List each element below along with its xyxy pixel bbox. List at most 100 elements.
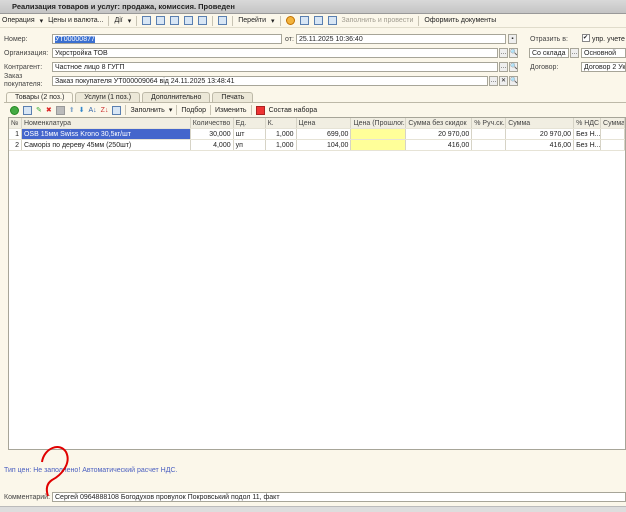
mgmt-checkbox[interactable]: ✔ bbox=[582, 34, 590, 42]
edit-icon[interactable]: ✎ bbox=[36, 106, 42, 114]
table-row[interactable]: 2 Саморіз по дереву 45мм (250шт) 4,000 уп 1,… bbox=[9, 140, 625, 151]
org-field[interactable]: Укрстройка ТОВ bbox=[52, 48, 498, 58]
goods-table: № Номенклатура Количество Ед. К. Цена Цена (Пр… bbox=[8, 117, 626, 450]
prices-button[interactable]: Цены и валюта... bbox=[48, 17, 103, 24]
table-cell[interactable]: 20 970,00 bbox=[506, 129, 575, 139]
end-edit-icon[interactable] bbox=[55, 105, 65, 115]
table-cell[interactable] bbox=[601, 140, 625, 150]
post-icon[interactable] bbox=[142, 16, 152, 25]
search-icon[interactable]: 🔍 bbox=[509, 76, 518, 86]
calendar-button[interactable]: ▪ bbox=[508, 34, 517, 44]
table-cell[interactable]: Саморіз по дереву 45мм (250шт) bbox=[22, 140, 191, 150]
reflect-label: Отразить в: bbox=[530, 36, 568, 43]
table-cell[interactable]: 2 bbox=[9, 140, 22, 150]
set-button[interactable]: Состав набора bbox=[269, 107, 318, 114]
number-label: Номер: bbox=[4, 36, 28, 43]
select-button[interactable]: … bbox=[499, 62, 508, 72]
structure-icon[interactable] bbox=[313, 16, 323, 25]
table-cell[interactable]: шт bbox=[234, 129, 266, 139]
table-cell[interactable]: Без Н... bbox=[574, 129, 602, 139]
goto-menu[interactable]: Перейти bbox=[238, 17, 266, 24]
search-icon[interactable]: 🔍 bbox=[509, 48, 518, 58]
select-button[interactable]: … bbox=[499, 48, 508, 58]
column-header[interactable]: Сумма bbox=[601, 118, 625, 128]
select-button[interactable]: … bbox=[570, 48, 579, 58]
red-annotation-mark bbox=[41, 446, 69, 497]
table-cell[interactable]: 104,00 bbox=[297, 140, 352, 150]
column-header[interactable]: Цена (Прошлог... bbox=[351, 118, 407, 128]
table-cell[interactable] bbox=[351, 140, 407, 150]
date-label: от: bbox=[285, 36, 294, 43]
column-header[interactable]: К. bbox=[266, 118, 297, 128]
contractor-field[interactable]: Частное лицо 8 ГУГП bbox=[52, 62, 498, 72]
refresh-icon[interactable] bbox=[170, 16, 180, 25]
change-button[interactable]: Изменить bbox=[215, 107, 247, 114]
column-header[interactable]: Количество bbox=[191, 118, 234, 128]
warehouse-field[interactable]: Основной bbox=[581, 48, 626, 58]
delete-icon[interactable]: ✖ bbox=[46, 106, 52, 114]
column-header[interactable]: % Руч.ск. bbox=[472, 118, 507, 128]
list-icon[interactable] bbox=[299, 16, 309, 25]
table-toolbar: ✎ ✖ ⬆ ⬇ A↓ Z↓ Заполнить ▾ Подбор Изменить… bbox=[8, 103, 608, 117]
sort-desc-icon[interactable]: Z↓ bbox=[101, 107, 109, 114]
date-field[interactable]: 25.11.2025 10:36:40 bbox=[296, 34, 506, 44]
help-icon[interactable] bbox=[285, 16, 295, 25]
table-cell[interactable]: Без Н... bbox=[574, 140, 602, 150]
table-cell[interactable]: 1,000 bbox=[266, 129, 297, 139]
table-cell[interactable]: 20 970,00 bbox=[406, 129, 473, 139]
org-label: Организация: bbox=[4, 50, 49, 57]
print-icon[interactable] bbox=[218, 16, 228, 25]
fill-menu[interactable]: Заполнить bbox=[130, 107, 164, 114]
clear-icon[interactable]: ✕ bbox=[499, 76, 508, 86]
table-cell[interactable] bbox=[351, 129, 407, 139]
tab-services[interactable]: Услуги (1 поз.) bbox=[75, 92, 141, 102]
table-cell[interactable] bbox=[472, 129, 507, 139]
order-field[interactable]: Заказ покупателя УТ000009064 від 24.11.2… bbox=[52, 76, 488, 86]
column-header[interactable]: Цена bbox=[297, 118, 352, 128]
contract-label: Договор: bbox=[530, 64, 559, 71]
table-cell[interactable] bbox=[601, 129, 625, 139]
order-label: Заказ покупателя: bbox=[4, 73, 43, 88]
operation-menu[interactable]: Операция bbox=[2, 17, 35, 24]
tab-print[interactable]: Печать bbox=[212, 92, 254, 102]
add-icon[interactable] bbox=[10, 105, 19, 115]
table-cell[interactable]: 699,00 bbox=[297, 129, 352, 139]
barcode-icon[interactable] bbox=[112, 105, 122, 115]
fill-post-button[interactable]: Заполнить и провести bbox=[342, 17, 414, 24]
table-cell[interactable]: OSB 15мм Swiss Krono 30,5кг/шт bbox=[21, 129, 191, 139]
table-cell[interactable]: 416,00 bbox=[406, 140, 473, 150]
table-cell[interactable]: 30,000 bbox=[191, 129, 234, 139]
move-up-icon[interactable]: ⬆ bbox=[69, 106, 75, 114]
make-docs-button[interactable]: Оформить документы bbox=[424, 17, 496, 24]
table-icon[interactable] bbox=[156, 16, 166, 25]
tab-goods[interactable]: Товары (2 поз.) bbox=[6, 92, 74, 102]
calendar-icon[interactable] bbox=[327, 16, 337, 25]
select-button[interactable]: … bbox=[489, 76, 498, 86]
table-cell[interactable]: 416,00 bbox=[506, 140, 575, 150]
column-header[interactable]: Ед. bbox=[234, 118, 266, 128]
select-button[interactable]: Подбор bbox=[181, 107, 206, 114]
from-warehouse-field[interactable]: Со склада bbox=[529, 48, 569, 58]
column-header[interactable]: Сумма bbox=[506, 118, 575, 128]
copy-icon[interactable] bbox=[184, 16, 194, 25]
sort-asc-icon[interactable]: A↓ bbox=[89, 107, 97, 114]
actions-menu[interactable]: Дії bbox=[114, 17, 122, 24]
column-header[interactable]: % НДС bbox=[574, 118, 602, 128]
column-header[interactable]: № bbox=[9, 118, 22, 128]
table-cell[interactable]: уп bbox=[234, 140, 266, 150]
contract-field[interactable]: Договор 2 Укр bbox=[581, 62, 626, 72]
number-field[interactable]: УТ00000877 bbox=[52, 34, 282, 44]
tab-additional[interactable]: Дополнительно bbox=[142, 92, 211, 102]
table-cell[interactable]: 4,000 bbox=[191, 140, 234, 150]
table-cell[interactable]: 1,000 bbox=[266, 140, 297, 150]
table-cell[interactable]: 1 bbox=[9, 129, 22, 139]
comment-field[interactable]: Сергей 0964888108 Богодухов провулок Пок… bbox=[52, 492, 626, 502]
search-icon[interactable]: 🔍 bbox=[509, 62, 518, 72]
column-header[interactable]: Сумма без скидок bbox=[406, 118, 473, 128]
copy-row-icon[interactable] bbox=[23, 105, 32, 115]
table-cell[interactable] bbox=[472, 140, 507, 150]
document-icon[interactable] bbox=[198, 16, 208, 25]
table-row[interactable]: 1 OSB 15мм Swiss Krono 30,5кг/шт 30,000 шт 1… bbox=[9, 129, 625, 140]
column-header[interactable]: Номенклатура bbox=[22, 118, 191, 128]
move-down-icon[interactable]: ⬇ bbox=[79, 106, 85, 114]
